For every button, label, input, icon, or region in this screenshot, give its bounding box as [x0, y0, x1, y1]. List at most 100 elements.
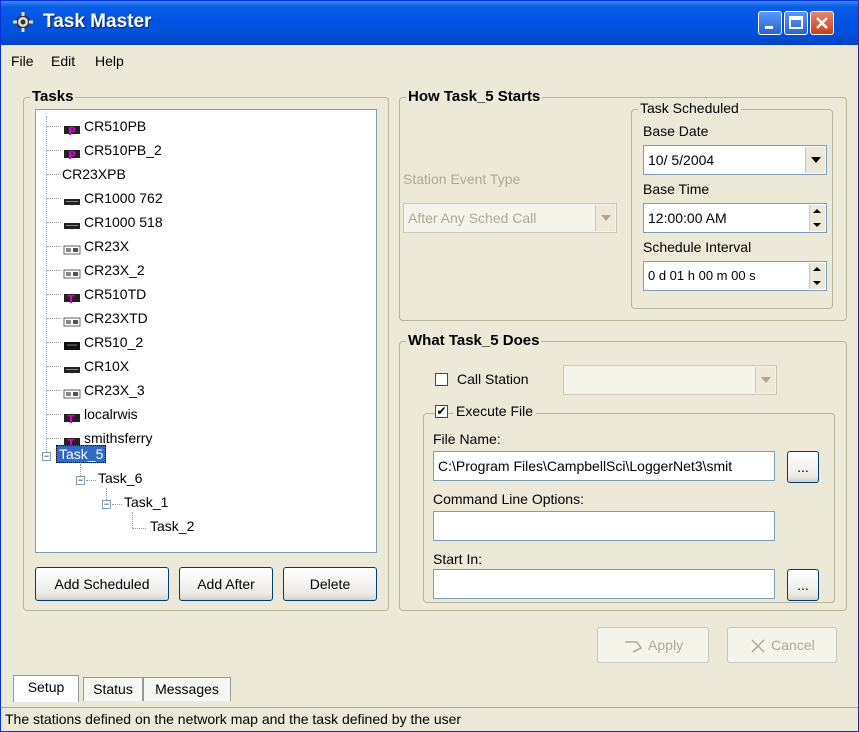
apply-icon — [624, 641, 643, 653]
window-title: Task Master — [43, 11, 152, 32]
cr1000-logger-icon — [62, 361, 82, 374]
tab-messages[interactable]: Messages — [143, 677, 231, 701]
command-line-options-input[interactable] — [433, 511, 775, 541]
svg-text:T: T — [67, 413, 75, 424]
tree-line — [47, 126, 61, 127]
schedule-interval-label: Schedule Interval — [643, 239, 752, 255]
menu-bar: File Edit Help — [1, 47, 858, 75]
browse-start-in-button[interactable]: ... — [787, 569, 819, 601]
command-line-options-label: Command Line Options: — [433, 491, 584, 507]
start-in-label: Start In: — [433, 551, 483, 567]
browse-file-button[interactable]: ... — [787, 451, 819, 483]
menu-file[interactable]: File — [11, 53, 34, 69]
add-scheduled-button[interactable]: Add Scheduled — [35, 567, 169, 601]
cr1000-logger-icon — [62, 217, 82, 230]
tree-item-station[interactable]: T CR510TD — [62, 284, 146, 306]
tree-item-label: CR23XTD — [84, 310, 148, 326]
tree-item-label: CR23X_3 — [84, 382, 145, 398]
close-icon — [816, 17, 828, 29]
tree-item-station[interactable]: Tlocalrwis — [62, 404, 138, 426]
tree-item-label: Task_1 — [124, 494, 169, 510]
tab-status[interactable]: Status — [83, 677, 143, 701]
tree-line — [46, 116, 47, 456]
tree-item-task-1[interactable]: Task_1 — [124, 492, 168, 512]
tree-item-task-2[interactable]: Task_2 — [150, 516, 194, 536]
tree-item-station[interactable]: CR10X — [62, 356, 129, 376]
cancel-label: Cancel — [771, 637, 815, 653]
execute-file-checkbox[interactable]: ✔ — [435, 405, 448, 418]
svg-text:P: P — [68, 149, 76, 160]
apply-label: Apply — [648, 637, 684, 653]
minimize-icon — [765, 26, 773, 29]
spin-arrows-icon[interactable] — [809, 205, 825, 231]
tree-line — [47, 198, 61, 199]
base-time-spinner[interactable]: 12:00:00 AM — [643, 203, 827, 233]
title-bar[interactable]: Task Master — [1, 1, 858, 45]
spin-arrows-icon[interactable] — [809, 263, 825, 289]
tree-item-station[interactable]: P CR510PB_2 — [62, 140, 162, 162]
tree-item-label: CR23X — [84, 238, 130, 254]
tree-line — [132, 512, 133, 528]
tree-item-station[interactable]: P CR510PB — [62, 116, 146, 138]
tree-item-label: Task_2 — [150, 518, 195, 534]
tab-setup[interactable]: Setup — [13, 675, 79, 702]
menu-edit[interactable]: Edit — [51, 53, 75, 69]
base-date-picker[interactable]: 10/ 5/2004 — [643, 145, 827, 175]
call-station-checkbox[interactable] — [435, 373, 448, 386]
apply-button: Apply — [597, 627, 709, 663]
tree-item-station[interactable]: CR1000 518 — [62, 212, 163, 232]
station-event-type-value: After Any Sched Call — [408, 210, 537, 226]
tree-line — [47, 414, 61, 415]
tree-item-station[interactable]: CR23XTD — [62, 308, 148, 328]
cr23x-logger-icon — [62, 385, 82, 399]
file-name-value: C:\Program Files\CampbellSci\LoggerNet3\… — [438, 458, 733, 474]
menu-help[interactable]: Help — [95, 53, 124, 69]
schedule-interval-spinner[interactable]: 0 d 01 h 00 m 00 s — [643, 261, 827, 291]
call-station-label: Call Station — [457, 371, 529, 387]
tree-item-label: CR1000 762 — [84, 190, 163, 206]
tree-item-label: CR23XPB — [62, 166, 126, 182]
tree-line — [112, 504, 122, 505]
minimize-button[interactable] — [758, 11, 782, 35]
tasks-group-label: Tasks — [30, 88, 76, 105]
base-time-label: Base Time — [643, 181, 710, 197]
tree-item-station[interactable]: CR23X_2 — [62, 260, 145, 280]
pb-logger-icon: P — [62, 121, 82, 138]
tree-item-station[interactable]: CR23X_3 — [62, 380, 145, 400]
tree-line — [47, 270, 61, 271]
tree-item-station[interactable]: CR1000 762 — [62, 188, 163, 208]
status-text: The stations defined on the network map … — [5, 711, 462, 727]
cancel-button: Cancel — [727, 627, 837, 663]
start-in-input[interactable] — [433, 569, 775, 599]
delete-button[interactable]: Delete — [283, 567, 377, 601]
tree-line — [47, 438, 61, 439]
td-logger-icon: T — [62, 409, 82, 426]
file-name-input[interactable]: C:\Program Files\CampbellSci\LoggerNet3\… — [433, 451, 775, 481]
tree-item-task-5[interactable]: Task_5 — [56, 444, 107, 464]
tree-item-station[interactable]: CR23XPB — [62, 164, 126, 184]
tree-item-label: CR10X — [84, 358, 130, 374]
cr510-logger-icon — [62, 337, 82, 351]
base-date-value: 10/ 5/2004 — [648, 152, 715, 168]
status-bar: The stations defined on the network map … — [1, 707, 858, 731]
task-tree[interactable]: P CR510PB P CR510PB_2 CR23XPB CR1000 762 CR100… — [35, 109, 377, 553]
tree-line — [47, 150, 61, 151]
collapse-task-1-icon[interactable]: − — [102, 500, 111, 509]
tree-item-station[interactable]: CR510_2 — [62, 332, 143, 352]
maximize-button[interactable] — [784, 11, 808, 35]
tree-item-task-6[interactable]: Task_6 — [98, 468, 142, 488]
collapse-task-6-icon[interactable]: − — [76, 476, 85, 485]
cr1000-logger-icon — [62, 193, 82, 206]
tree-item-station[interactable]: CR23X — [62, 236, 129, 256]
task-scheduled-label: Task Scheduled — [638, 100, 741, 116]
cancel-icon — [751, 639, 765, 653]
chevron-down-icon — [595, 205, 615, 231]
add-after-button[interactable]: Add After — [179, 567, 273, 601]
tree-line — [47, 366, 61, 367]
chevron-down-icon[interactable] — [805, 147, 825, 173]
tree-line — [47, 294, 61, 295]
tree-item-label: Task_5 — [56, 445, 107, 463]
tree-line — [47, 390, 61, 391]
collapse-task-5-icon[interactable]: − — [42, 452, 51, 461]
close-button[interactable] — [810, 11, 834, 35]
